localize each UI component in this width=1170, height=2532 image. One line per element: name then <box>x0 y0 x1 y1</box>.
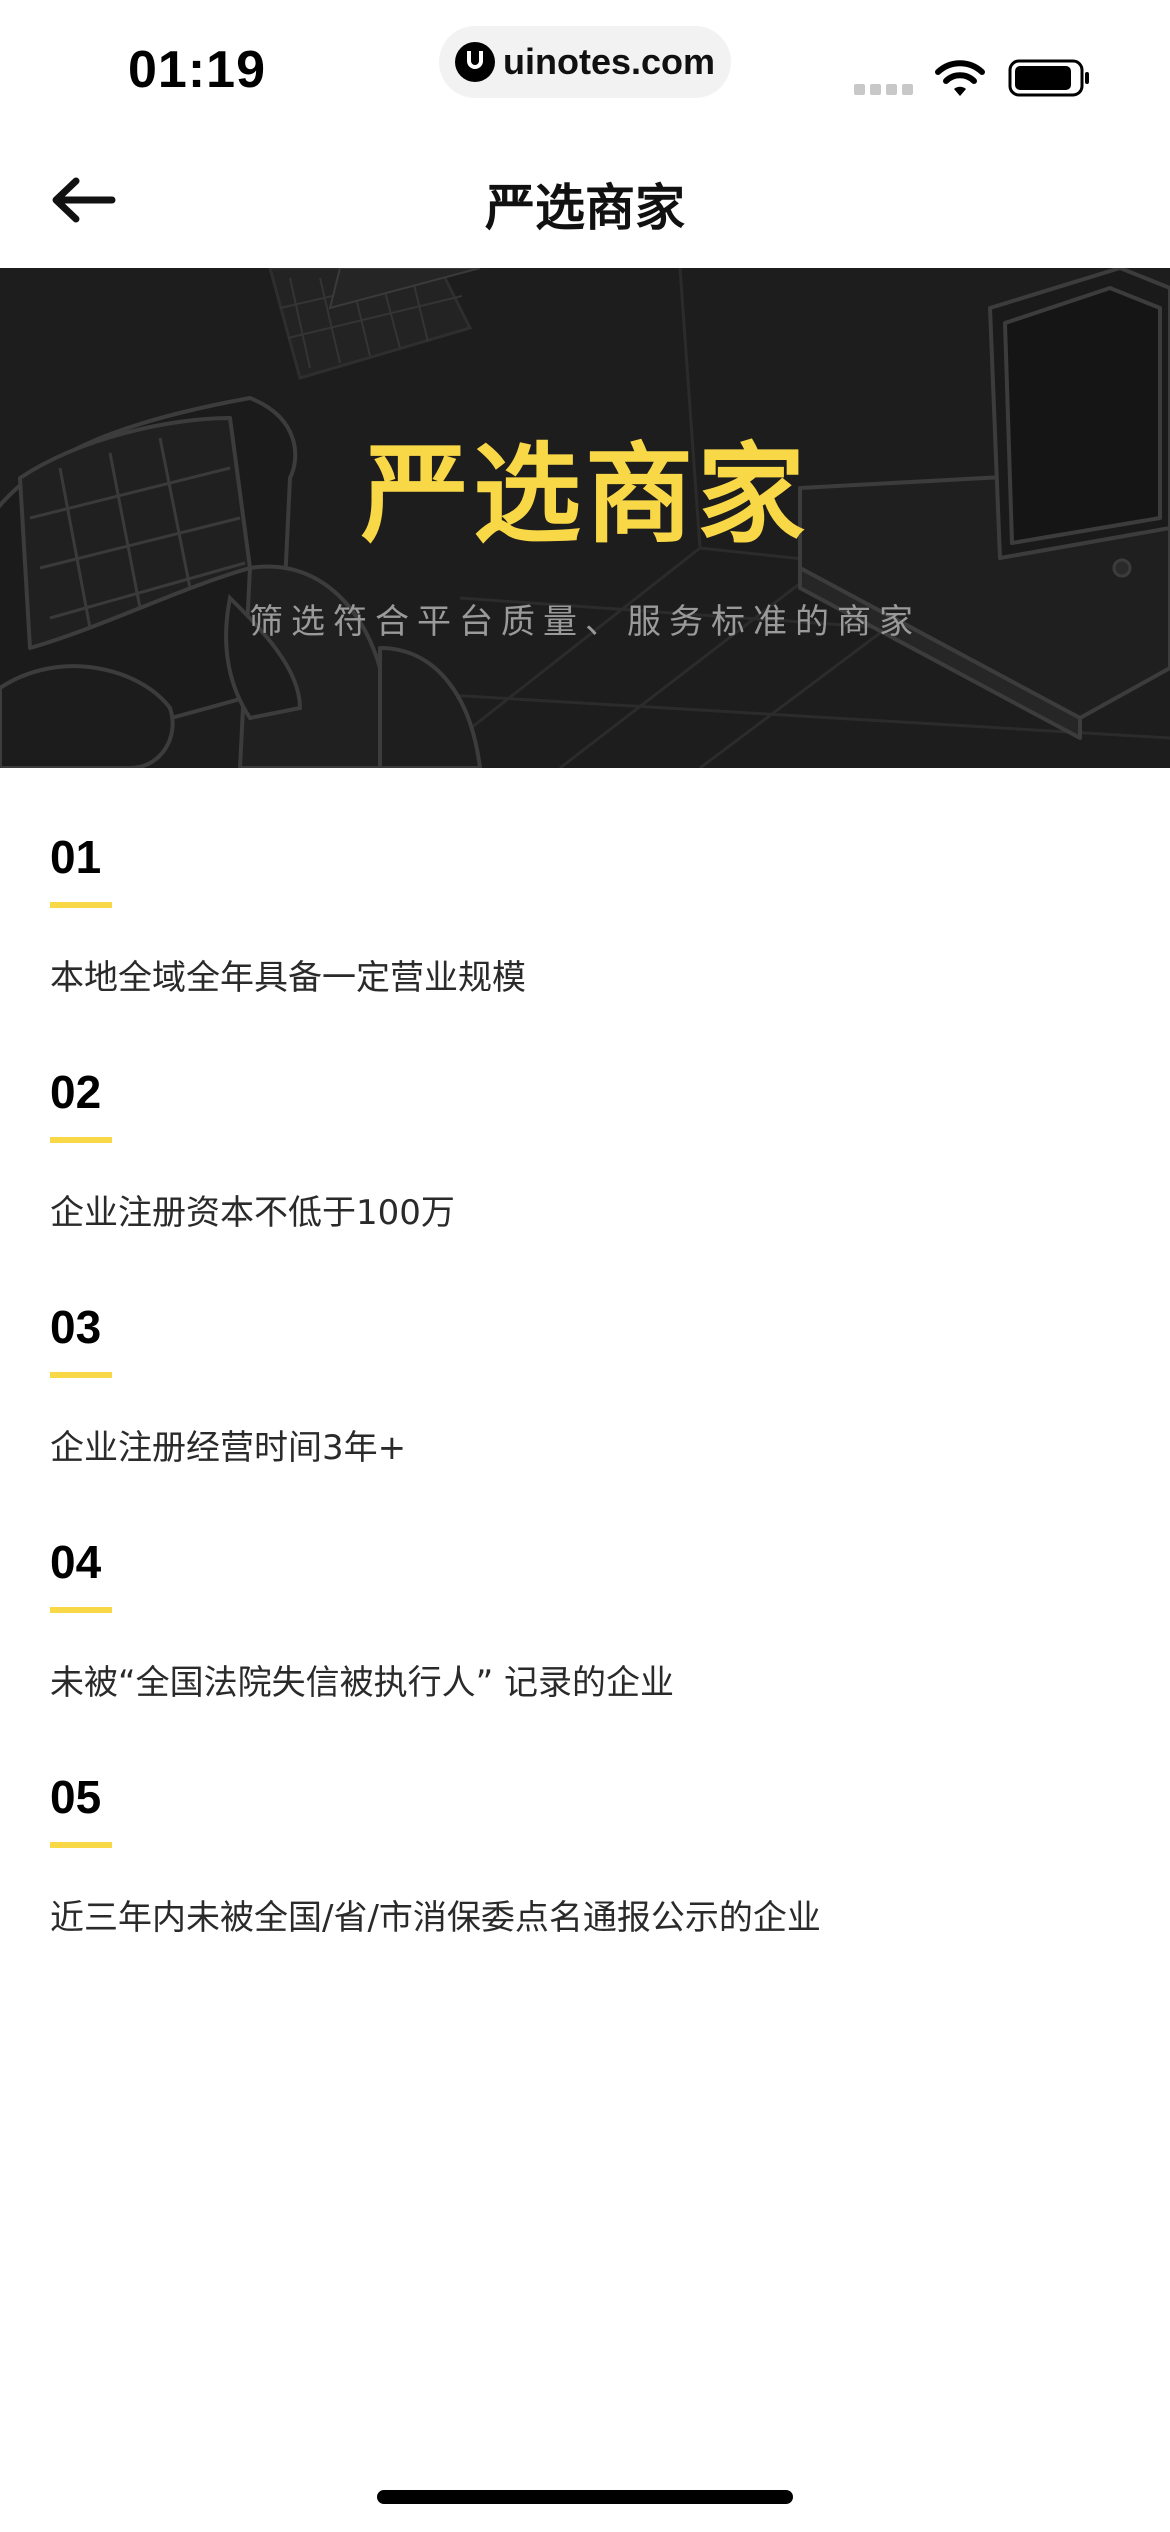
accent-underline <box>50 1372 112 1378</box>
criteria-list: 01 本地全域全年具备一定营业规模 02 企业注册资本不低于100万 03 企业… <box>50 830 1130 2005</box>
criterion-text: 本地全域全年具备一定营业规模 <box>50 958 526 998</box>
list-item: 02 企业注册资本不低于100万 <box>50 1065 1130 1300</box>
signal-icon <box>854 84 913 95</box>
home-indicator[interactable] <box>377 2490 793 2504</box>
criterion-text: 未被“全国法院失信被执行人” 记录的企业 <box>50 1663 675 1703</box>
wifi-icon <box>935 60 985 96</box>
criterion-number: 03 <box>50 1301 102 1353</box>
criterion-number: 01 <box>50 831 102 883</box>
status-bar: 01:19 uinotes.com <box>0 0 1170 130</box>
list-item: 04 未被“全国法院失信被执行人” 记录的企业 <box>50 1535 1130 1770</box>
criterion-text: 近三年内未被全国/省/市消保委点名通报公示的企业 <box>50 1898 821 1938</box>
list-item: 05 近三年内未被全国/省/市消保委点名通报公示的企业 <box>50 1770 1130 2005</box>
criterion-number: 02 <box>50 1066 102 1118</box>
nav-bar: 严选商家 <box>0 130 1170 268</box>
status-time: 01:19 <box>128 41 266 99</box>
page-title: 严选商家 <box>485 179 685 237</box>
list-item: 03 企业注册经营时间3年+ <box>50 1300 1130 1535</box>
hero-banner: 严选商家 筛选符合平台质量、服务标准的商家 <box>0 268 1170 768</box>
criterion-text: 企业注册经营时间3年+ <box>50 1428 407 1468</box>
accent-underline <box>50 1607 112 1613</box>
criterion-number: 04 <box>50 1536 102 1588</box>
hero-subtitle: 筛选符合平台质量、服务标准的商家 <box>249 602 921 642</box>
hero-title: 严选商家 <box>360 433 809 558</box>
criterion-number: 05 <box>50 1771 102 1823</box>
list-item: 01 本地全域全年具备一定营业规模 <box>50 830 1130 1065</box>
accent-underline <box>50 1842 112 1848</box>
battery-icon <box>1008 59 1089 97</box>
accent-underline <box>50 1137 112 1143</box>
url-text: uinotes.com <box>502 41 716 82</box>
criterion-text: 企业注册资本不低于100万 <box>50 1193 455 1233</box>
accent-underline <box>50 902 112 908</box>
site-logo-icon <box>454 42 495 82</box>
url-pill[interactable]: uinotes.com <box>439 26 731 98</box>
